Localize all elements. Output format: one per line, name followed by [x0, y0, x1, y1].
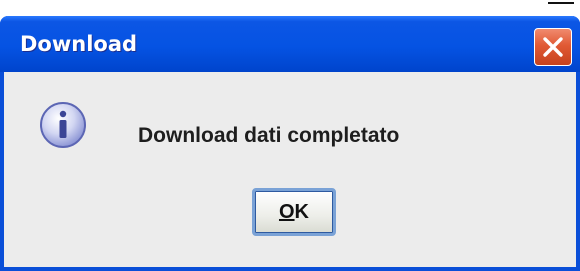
title-bar[interactable]: Download	[0, 16, 580, 72]
dialog-content: Download dati completato OK	[4, 72, 576, 271]
ok-button-label: K	[294, 200, 309, 223]
screen: Download Download dati completato O K	[0, 0, 580, 271]
ok-button-mnemonic: O	[278, 200, 295, 223]
download-dialog: Download Download dati completato O K	[0, 16, 580, 271]
close-button[interactable]	[534, 28, 572, 66]
ok-button[interactable]: OK	[252, 188, 336, 236]
info-icon	[40, 102, 86, 148]
window-title: Download	[20, 32, 138, 56]
close-icon	[543, 37, 563, 57]
dialog-message: Download dati completato	[138, 124, 400, 147]
background-window-edge	[548, 0, 580, 6]
background-window-border	[548, 2, 574, 4]
